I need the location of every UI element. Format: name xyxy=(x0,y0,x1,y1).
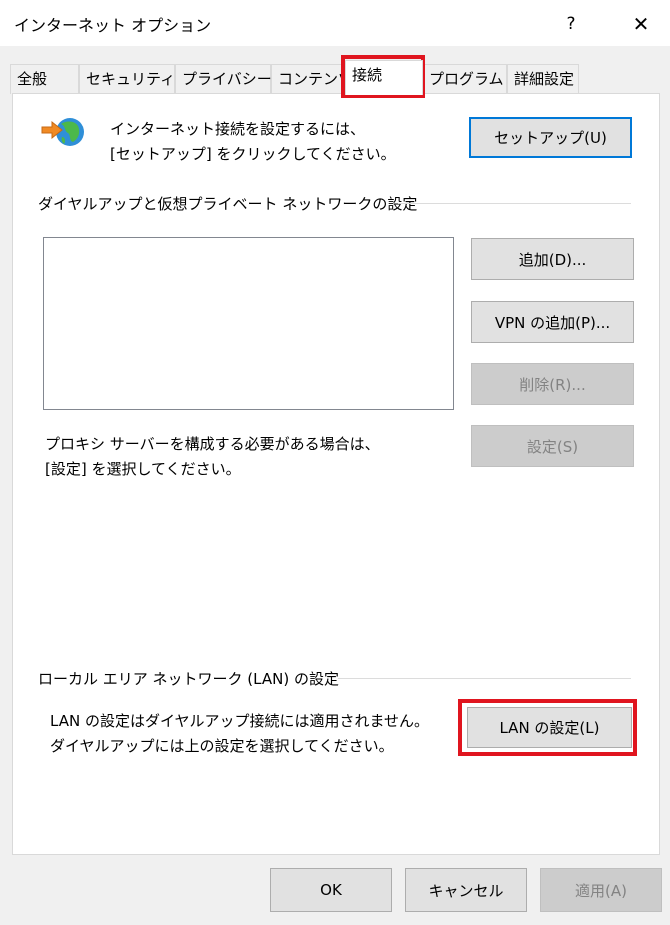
window-title: インターネット オプション xyxy=(14,16,212,35)
proxy-instruction-line2: [設定] を選択してください。 xyxy=(45,460,241,478)
group-divider xyxy=(398,203,631,204)
group-divider xyxy=(338,678,631,679)
tab-label: 詳細設定 xyxy=(514,70,575,88)
tab-label: 全般 xyxy=(17,70,48,88)
tab-strip: 全般 セキュリティ プライバシー コンテンツ 接続 プログラム 詳細設定 xyxy=(10,60,670,95)
setup-instruction-line1: インターネット接続を設定するには、 xyxy=(110,120,366,138)
tab-advanced[interactable]: 詳細設定 xyxy=(507,64,579,94)
tab-content[interactable]: コンテンツ xyxy=(271,64,353,94)
title-bar: インターネット オプション ? ✕ xyxy=(0,0,670,46)
network-globe-icon xyxy=(41,118,84,146)
tab-privacy[interactable]: プライバシー xyxy=(175,64,272,94)
proxy-instruction-line1: プロキシ サーバーを構成する必要がある場合は、 xyxy=(45,435,380,453)
tab-label: プライバシー xyxy=(182,70,272,88)
tab-programs[interactable]: プログラム xyxy=(422,64,507,94)
tab-label: プログラム xyxy=(429,70,504,88)
close-button[interactable]: ✕ xyxy=(618,8,664,40)
dialup-group-title: ダイヤルアップと仮想プライベート ネットワークの設定 xyxy=(38,195,418,213)
lan-group-title: ローカル エリア ネットワーク (LAN) の設定 xyxy=(38,670,339,688)
tab-general[interactable]: 全般 xyxy=(10,64,79,94)
lan-settings-button[interactable]: LAN の設定(L) xyxy=(467,707,632,748)
ok-button[interactable]: OK xyxy=(270,868,392,912)
tab-connections[interactable]: 接続 xyxy=(345,60,423,95)
settings-button[interactable]: 設定(S) xyxy=(471,425,634,467)
help-button[interactable]: ? xyxy=(548,8,594,40)
add-button[interactable]: 追加(D)... xyxy=(471,238,634,280)
lan-instruction-line1: LAN の設定はダイヤルアップ接続には適用されません。 xyxy=(50,712,430,730)
tab-label: セキュリティ xyxy=(86,70,176,88)
tab-label: コンテンツ xyxy=(278,70,354,88)
cancel-button[interactable]: キャンセル xyxy=(405,868,527,912)
apply-button[interactable]: 適用(A) xyxy=(540,868,662,912)
tab-security[interactable]: セキュリティ xyxy=(79,64,175,94)
tab-label: 接続 xyxy=(352,66,383,84)
question-icon: ? xyxy=(566,14,576,34)
setup-button[interactable]: セットアップ(U) xyxy=(469,117,632,158)
close-icon: ✕ xyxy=(632,12,650,36)
setup-instruction-line2: [セットアップ] をクリックしてください。 xyxy=(110,145,396,163)
lan-instruction-line2: ダイヤルアップには上の設定を選択してください。 xyxy=(50,737,394,755)
add-vpn-button[interactable]: VPN の追加(P)... xyxy=(471,301,634,343)
dialup-connections-list[interactable] xyxy=(43,237,454,410)
remove-button[interactable]: 削除(R)... xyxy=(471,363,634,405)
